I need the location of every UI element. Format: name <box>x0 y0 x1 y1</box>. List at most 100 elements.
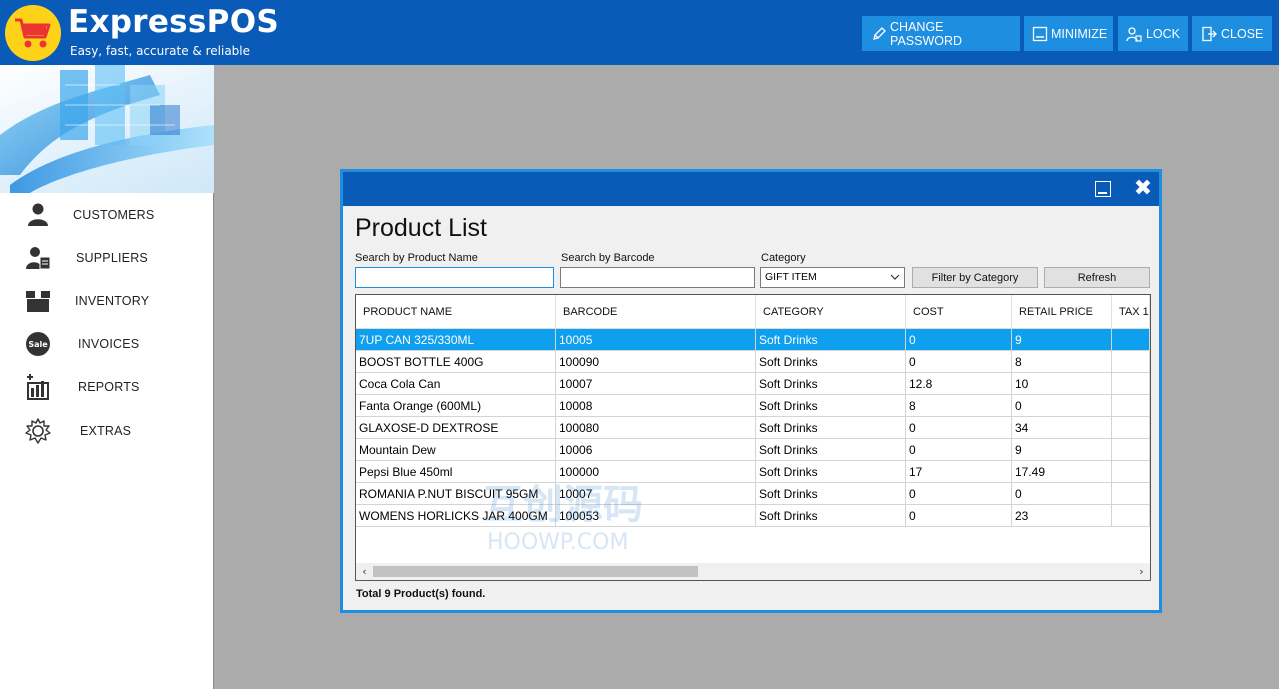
table-cell: Soft Drinks <box>756 329 906 351</box>
gear-icon <box>22 415 54 447</box>
close-app-button[interactable]: CLOSE <box>1192 16 1272 51</box>
table-cell: Pepsi Blue 450ml <box>356 461 556 483</box>
table-cell: Soft Drinks <box>756 483 906 505</box>
table-cell: GLAXOSE-D DEXTROSE <box>356 417 556 439</box>
minimize-button[interactable]: MINIMIZE <box>1024 16 1113 51</box>
column-header[interactable]: PRODUCT NAME <box>356 295 556 329</box>
dialog-titlebar: ✖ <box>343 172 1159 206</box>
dialog-title: Product List <box>355 214 488 242</box>
grid-header: PRODUCT NAME BARCODE CATEGORY COST RETAIL PR… <box>356 295 1150 329</box>
table-cell: 10007 <box>556 483 756 505</box>
scroll-left-icon[interactable]: ‹ <box>356 563 373 580</box>
table-cell: 7UP CAN 325/330ML <box>356 329 556 351</box>
column-header[interactable]: TAX 1 <box>1112 295 1150 329</box>
column-header[interactable]: BARCODE <box>556 295 756 329</box>
table-cell: 0 <box>906 417 1012 439</box>
table-row[interactable]: Coca Cola Can 10007 Soft Drinks 12.8 10 <box>356 373 1150 395</box>
app-title: ExpressPOS <box>68 4 279 40</box>
table-cell: 100090 <box>556 351 756 373</box>
table-row[interactable]: GLAXOSE-D DEXTROSE 100080 Soft Drinks 0 34 <box>356 417 1150 439</box>
table-cell: 9 <box>1012 439 1112 461</box>
table-cell: 100080 <box>556 417 756 439</box>
table-cell: 10 <box>1012 373 1112 395</box>
minimize-label: MINIMIZE <box>1051 26 1108 41</box>
minimize-icon <box>1032 25 1048 43</box>
sidebar-item-extras[interactable]: EXTRAS <box>0 411 213 451</box>
search-barcode-input[interactable] <box>560 267 755 288</box>
table-cell: 8 <box>906 395 1012 417</box>
app-header: ExpressPOS Easy, fast, accurate & reliab… <box>0 0 1279 65</box>
table-cell: ROMANIA P.NUT BISCUIT 95GM <box>356 483 556 505</box>
table-cell: 10005 <box>556 329 756 351</box>
column-header[interactable]: COST <box>906 295 1012 329</box>
table-cell: 17 <box>906 461 1012 483</box>
bar-chart-icon <box>22 371 54 403</box>
table-row[interactable]: Fanta Orange (600ML) 10008 Soft Drinks 8 0 <box>356 395 1150 417</box>
category-label: Category <box>761 252 806 264</box>
table-row[interactable]: Pepsi Blue 450ml 100000 Soft Drinks 17 17.49 <box>356 461 1150 483</box>
person-icon <box>22 199 54 231</box>
table-cell: 0 <box>906 483 1012 505</box>
column-header[interactable]: RETAIL PRICE <box>1012 295 1112 329</box>
category-select[interactable]: GIFT ITEM <box>760 267 905 288</box>
sidebar-item-reports[interactable]: REPORTS <box>0 367 213 407</box>
table-cell <box>1112 395 1150 417</box>
table-cell: 0 <box>906 351 1012 373</box>
dialog-minimize-icon[interactable] <box>1095 181 1111 197</box>
status-text: Total 9 Product(s) found. <box>356 588 486 600</box>
scrollbar-thumb[interactable] <box>373 566 698 577</box>
sidebar-item-inventory[interactable]: INVENTORY <box>0 281 213 321</box>
table-cell: Coca Cola Can <box>356 373 556 395</box>
lock-button[interactable]: LOCK <box>1118 16 1188 51</box>
table-cell: Fanta Orange (600ML) <box>356 395 556 417</box>
sidebar-item-label: SUPPLIERS <box>76 251 148 265</box>
table-cell: 10008 <box>556 395 756 417</box>
table-cell <box>1112 329 1150 351</box>
table-cell <box>1112 373 1150 395</box>
pen-icon <box>870 25 887 43</box>
category-selected-value: GIFT ITEM <box>765 271 817 283</box>
sidebar-item-invoices[interactable]: Sale INVOICES <box>0 324 213 364</box>
table-cell: Soft Drinks <box>756 461 906 483</box>
table-cell: 100053 <box>556 505 756 527</box>
filter-by-category-button[interactable]: Filter by Category <box>912 267 1038 288</box>
table-cell: Soft Drinks <box>756 439 906 461</box>
table-cell <box>1112 483 1150 505</box>
sidebar: CUSTOMERS SUPPLIERS INVENTORY Sale INVOI… <box>0 65 214 689</box>
table-cell: 12.8 <box>906 373 1012 395</box>
sidebar-item-label: REPORTS <box>78 380 140 394</box>
close-app-label: CLOSE <box>1221 26 1264 41</box>
refresh-button[interactable]: Refresh <box>1044 267 1150 288</box>
table-row[interactable]: 7UP CAN 325/330ML 10005 Soft Drinks 0 9 <box>356 329 1150 351</box>
chevron-down-icon <box>890 271 900 283</box>
table-cell: Soft Drinks <box>756 395 906 417</box>
lock-label: LOCK <box>1145 26 1180 41</box>
search-name-label: Search by Product Name <box>355 252 478 264</box>
app-tagline: Easy, fast, accurate & reliable <box>70 44 251 58</box>
table-row[interactable]: Mountain Dew 10006 Soft Drinks 0 9 <box>356 439 1150 461</box>
table-row[interactable]: BOOST BOTTLE 400G 100090 Soft Drinks 0 8 <box>356 351 1150 373</box>
column-header[interactable]: CATEGORY <box>756 295 906 329</box>
sidebar-item-label: EXTRAS <box>80 424 132 438</box>
sidebar-item-customers[interactable]: CUSTOMERS <box>0 195 213 235</box>
table-row[interactable]: WOMENS HORLICKS JAR 400GM 100053 Soft Drin… <box>356 505 1150 527</box>
sidebar-item-suppliers[interactable]: SUPPLIERS <box>0 238 213 278</box>
product-list-dialog: ✖ Product List Search by Product Name Se… <box>340 169 1162 613</box>
table-cell <box>1112 439 1150 461</box>
table-cell: 9 <box>1012 329 1112 351</box>
sidebar-item-label: INVENTORY <box>75 294 150 308</box>
table-cell: 100000 <box>556 461 756 483</box>
user-lock-icon <box>1126 25 1143 43</box>
dialog-close-icon[interactable]: ✖ <box>1132 177 1154 201</box>
table-cell: Soft Drinks <box>756 417 906 439</box>
table-row[interactable]: ROMANIA P.NUT BISCUIT 95GM 10007 Soft Drin… <box>356 483 1150 505</box>
table-cell <box>1112 505 1150 527</box>
horizontal-scrollbar[interactable]: ‹ › <box>356 563 1150 580</box>
scroll-right-icon[interactable]: › <box>1133 563 1150 580</box>
table-cell: 0 <box>1012 483 1112 505</box>
change-password-button[interactable]: CHANGE PASSWORD <box>862 16 1020 51</box>
table-cell: 0 <box>906 329 1012 351</box>
table-cell: 10007 <box>556 373 756 395</box>
search-barcode-label: Search by Barcode <box>561 252 655 264</box>
search-name-input[interactable] <box>355 267 554 288</box>
